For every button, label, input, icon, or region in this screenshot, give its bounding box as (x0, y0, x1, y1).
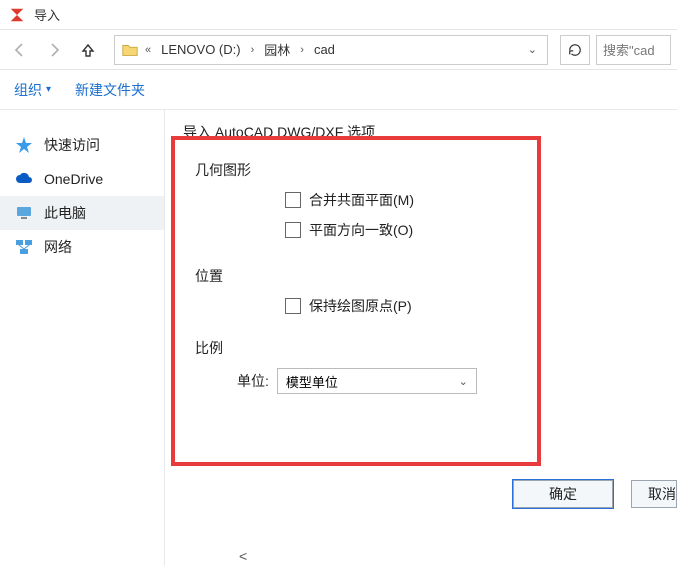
sidebar-item-quickaccess[interactable]: 快速访问 (0, 128, 164, 162)
breadcrumb[interactable]: « LENOVO (D:) › 园林 › cad ⌄ (114, 35, 548, 65)
titlebar: 导入 (0, 0, 677, 30)
breadcrumb-sep: « (145, 44, 151, 56)
chevron-right-icon: › (251, 44, 255, 56)
sidebar-item-thispc[interactable]: 此电脑 (0, 196, 164, 230)
sidebar-item-onedrive[interactable]: OneDrive (0, 162, 164, 196)
new-folder-button[interactable]: 新建文件夹 (75, 80, 145, 100)
forward-button[interactable] (40, 36, 68, 64)
chevron-down-icon: ▾ (46, 84, 51, 95)
unit-label: 单位: (237, 371, 269, 391)
sidebar-item-label: 快速访问 (44, 135, 100, 155)
cancel-button[interactable]: 取消 (631, 480, 677, 508)
chevron-right-icon: › (300, 44, 304, 56)
sidebar-item-label: OneDrive (44, 171, 103, 187)
search-input[interactable]: 搜索"cad (596, 35, 671, 65)
breadcrumb-drive[interactable]: LENOVO (D:) (157, 40, 244, 59)
network-icon (14, 237, 34, 257)
refresh-button[interactable] (560, 35, 590, 65)
geometry-group-label: 几何图形 (195, 160, 517, 180)
chevron-down-icon: ⌄ (459, 375, 468, 388)
position-group-label: 位置 (195, 266, 517, 286)
toolbar: 组织 ▾ 新建文件夹 (0, 70, 677, 110)
nav-bar: « LENOVO (D:) › 园林 › cad ⌄ 搜索"cad (0, 30, 677, 70)
preserve-origin-checkbox[interactable] (285, 298, 301, 314)
merge-coplanar-label: 合并共面平面(M) (309, 190, 414, 210)
breadcrumb-folder2[interactable]: cad (310, 40, 339, 59)
breadcrumb-folder1[interactable]: 园林 (260, 38, 294, 61)
unit-select[interactable]: 模型单位 ⌄ (277, 368, 477, 394)
merge-coplanar-row: 合并共面平面(M) (285, 190, 517, 210)
options-panel: 几何图形 合并共面平面(M) 平面方向一致(O) 位置 保持绘图原点(P) 比例… (171, 136, 541, 466)
orient-consistent-checkbox[interactable] (285, 222, 301, 238)
monitor-icon (14, 203, 34, 223)
content-area: 导入 AutoCAD DWG/DXF 选项 几何图形 合并共面平面(M) 平面方… (165, 110, 677, 566)
sidebar-item-network[interactable]: 网络 (0, 230, 164, 264)
scroll-left-hint[interactable]: < (239, 548, 247, 564)
breadcrumb-dropdown[interactable]: ⌄ (524, 43, 541, 56)
ok-button[interactable]: 确定 (513, 480, 613, 508)
ok-label: 确定 (549, 484, 577, 504)
organize-label: 组织 (14, 80, 42, 100)
cancel-label: 取消 (648, 484, 676, 504)
preserve-origin-row: 保持绘图原点(P) (285, 296, 517, 316)
sidebar: 快速访问 OneDrive 此电脑 网络 (0, 110, 165, 566)
scale-group-label: 比例 (195, 338, 517, 358)
unit-row: 单位: 模型单位 ⌄ (237, 368, 517, 394)
dialog-buttons: 确定 取消 (513, 480, 677, 508)
sidebar-item-label: 此电脑 (44, 203, 86, 223)
sidebar-item-label: 网络 (44, 237, 72, 257)
window-title: 导入 (34, 5, 60, 24)
preserve-origin-label: 保持绘图原点(P) (309, 296, 412, 316)
orient-consistent-row: 平面方向一致(O) (285, 220, 517, 240)
cloud-icon (14, 169, 34, 189)
star-icon (14, 135, 34, 155)
search-placeholder: 搜索"cad (603, 40, 655, 59)
organize-menu[interactable]: 组织 ▾ (14, 80, 51, 100)
up-button[interactable] (74, 36, 102, 64)
unit-value: 模型单位 (286, 372, 338, 391)
back-button[interactable] (6, 36, 34, 64)
new-folder-label: 新建文件夹 (75, 80, 145, 100)
sketchup-icon (8, 6, 26, 24)
merge-coplanar-checkbox[interactable] (285, 192, 301, 208)
orient-consistent-label: 平面方向一致(O) (309, 220, 413, 240)
folder-icon (121, 41, 139, 59)
